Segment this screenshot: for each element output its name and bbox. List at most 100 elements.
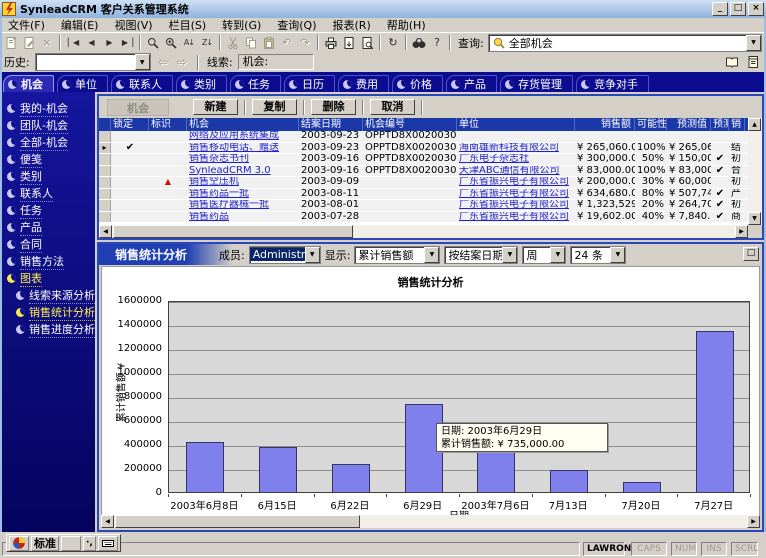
chart-bar[interactable]: [477, 452, 515, 492]
unit-link[interactable]: 广东省振兴电子有限公司: [459, 177, 569, 187]
menu-item-r[interactable]: 报表(R): [325, 18, 379, 33]
menu-item-f[interactable]: 文件(F): [0, 18, 53, 33]
report-icon[interactable]: [723, 54, 741, 70]
opportunity-link[interactable]: SynleadCRM 3.0: [189, 166, 271, 176]
scroll-left-button[interactable]: ◀: [101, 515, 114, 528]
find-icon[interactable]: [410, 35, 428, 51]
group-by-combo-dropdown-button[interactable]: ▼: [502, 247, 517, 263]
delete-record-icon[interactable]: ×: [38, 35, 56, 51]
scroll-left-button[interactable]: ◀: [99, 225, 112, 238]
row-selector-cell[interactable]: [99, 166, 111, 177]
ime-toolbar[interactable]: 标准·,: [6, 534, 121, 552]
forward-arrow-icon[interactable]: ⇨: [175, 55, 189, 69]
column-header-预测[interactable]: 预测: [711, 118, 729, 131]
chart-maximize-button[interactable]: □: [743, 247, 759, 261]
sidebar-item-便笺[interactable]: 便笺: [0, 151, 95, 168]
ime-logo-icon[interactable]: [9, 536, 29, 551]
opportunity-link[interactable]: 销售移动电话、赠送: [189, 143, 279, 153]
sidebar-item-销售方法[interactable]: 销售方法: [0, 253, 95, 270]
column-header-销[interactable]: 销: [729, 118, 745, 131]
table-row[interactable]: ▲销售空压机2003-09-09广东省振兴电子有限公司¥ 200,000.003…: [99, 177, 748, 189]
unit-link[interactable]: 广东省振兴电子有限公司: [459, 212, 569, 222]
undo-icon[interactable]: ↶: [278, 35, 296, 51]
sort-ascending-icon[interactable]: A↓: [180, 35, 198, 51]
sidebar-item-联系人[interactable]: 联系人: [0, 185, 95, 202]
chart-bar[interactable]: [186, 442, 224, 492]
opportunity-link[interactable]: 销售杂志书刊: [189, 154, 249, 164]
sidebar-item-全部-机会[interactable]: 全部-机会: [0, 134, 95, 151]
tab-存货管理[interactable]: 存货管理: [500, 75, 573, 92]
period-combo-dropdown-button[interactable]: ▼: [550, 247, 565, 263]
first-record-icon[interactable]: ▏◀: [64, 35, 82, 51]
column-header-锁定[interactable]: 锁定: [111, 118, 149, 131]
print-preview-icon[interactable]: [358, 35, 376, 51]
scroll-down-button[interactable]: ▼: [748, 212, 761, 225]
menu-item-q[interactable]: 查询(Q): [269, 18, 324, 33]
query-combo-dropdown-button[interactable]: ▼: [746, 35, 761, 51]
scroll-up-button[interactable]: ▲: [748, 118, 761, 131]
tab-费用[interactable]: 费用: [338, 75, 389, 92]
grid-button-复制[interactable]: 复制: [252, 99, 297, 115]
minimize-button[interactable]: _: [712, 2, 728, 16]
table-row[interactable]: SynleadCRM 3.02003-09-16OPPTD8X002003091…: [99, 166, 748, 178]
sidebar-item-合同[interactable]: 合同: [0, 236, 95, 253]
sidebar-item-团队-机会[interactable]: 团队-机会: [0, 117, 95, 134]
column-header-预测值[interactable]: 预测值: [667, 118, 711, 131]
chart-bar[interactable]: [259, 447, 297, 492]
opportunity-link[interactable]: 网络及应用系统集成: [189, 131, 279, 141]
tab-竞争对手[interactable]: 竞争对手: [576, 75, 649, 92]
menu-item-h[interactable]: 帮助(H): [379, 18, 434, 33]
chart-bar[interactable]: [696, 331, 734, 492]
unit-link[interactable]: 海南雄新科技有限公司: [459, 143, 559, 153]
paste-icon[interactable]: [260, 35, 278, 51]
tab-任务[interactable]: 任务: [230, 75, 281, 92]
scrollbar-thumb[interactable]: [113, 225, 353, 238]
opportunity-link[interactable]: 销售药品: [189, 212, 229, 222]
unit-link[interactable]: 广东电子杂志社: [459, 154, 529, 164]
column-header-结案日期[interactable]: 结案日期: [299, 118, 363, 131]
grid-button-删除[interactable]: 删除: [311, 99, 356, 115]
opportunity-link[interactable]: 销售药品一批: [189, 189, 249, 199]
unit-link[interactable]: 天津ABC通信有限公司: [459, 166, 560, 176]
scroll-right-button[interactable]: ▶: [747, 515, 760, 528]
menu-item-e[interactable]: 编辑(E): [53, 18, 107, 33]
punctuation-icon[interactable]: ·,: [83, 536, 96, 551]
history-combo-dropdown-button[interactable]: ▼: [135, 54, 150, 70]
tab-类别[interactable]: 类别: [176, 75, 227, 92]
print-icon[interactable]: [322, 35, 340, 51]
scrollbar-thumb[interactable]: [115, 515, 360, 528]
display-combo[interactable]: 累计销售额 ▼: [354, 246, 440, 264]
sidebar-item-图表[interactable]: 图表: [0, 270, 95, 287]
table-row[interactable]: 销售杂志书刊2003-09-16OPPTD8X0020030916001广东电子…: [99, 154, 748, 166]
scroll-right-button[interactable]: ▶: [735, 225, 748, 238]
sort-descending-icon[interactable]: Z↓: [198, 35, 216, 51]
menu-item-s[interactable]: 栏目(S): [161, 18, 215, 33]
address-book-icon[interactable]: [744, 54, 762, 70]
column-header-机会[interactable]: 机会: [187, 118, 299, 131]
column-header-单位[interactable]: 单位: [457, 118, 575, 131]
sidebar-item-我的-机会[interactable]: 我的-机会: [0, 100, 95, 117]
export-icon[interactable]: [340, 35, 358, 51]
menu-item-v[interactable]: 视图(V): [106, 18, 160, 33]
last-record-icon[interactable]: ▶▕: [118, 35, 136, 51]
column-header-标识[interactable]: 标识: [149, 118, 187, 131]
row-selector-cell[interactable]: [99, 177, 111, 188]
group-by-combo[interactable]: 按结案日期 ▼: [444, 246, 518, 264]
edit-record-icon[interactable]: [20, 35, 38, 51]
tab-机会[interactable]: 机会: [3, 75, 54, 92]
close-button[interactable]: ×: [748, 2, 764, 16]
back-arrow-icon[interactable]: ⇦: [156, 55, 170, 69]
chart-bar[interactable]: [332, 464, 370, 492]
tab-联系人[interactable]: 联系人: [111, 75, 173, 92]
sidebar-item-任务[interactable]: 任务: [0, 202, 95, 219]
row-selector-cell[interactable]: [99, 131, 111, 142]
next-record-icon[interactable]: ▶: [100, 35, 118, 51]
grid-horizontal-scrollbar[interactable]: ◀ ▶: [99, 225, 748, 238]
row-selector-cell[interactable]: [99, 189, 111, 200]
history-combo[interactable]: ▼: [35, 53, 151, 71]
sidebar-item-线索来源分析[interactable]: 线索来源分析: [0, 287, 95, 304]
tab-产品[interactable]: 产品: [446, 75, 497, 92]
opportunity-link[interactable]: 销售空压机: [189, 177, 239, 187]
row-selector-cell[interactable]: [99, 154, 111, 165]
table-row[interactable]: 销售医疗器械一批2003-08-01广东省振兴电子有限公司¥ 1,323,529…: [99, 200, 748, 212]
